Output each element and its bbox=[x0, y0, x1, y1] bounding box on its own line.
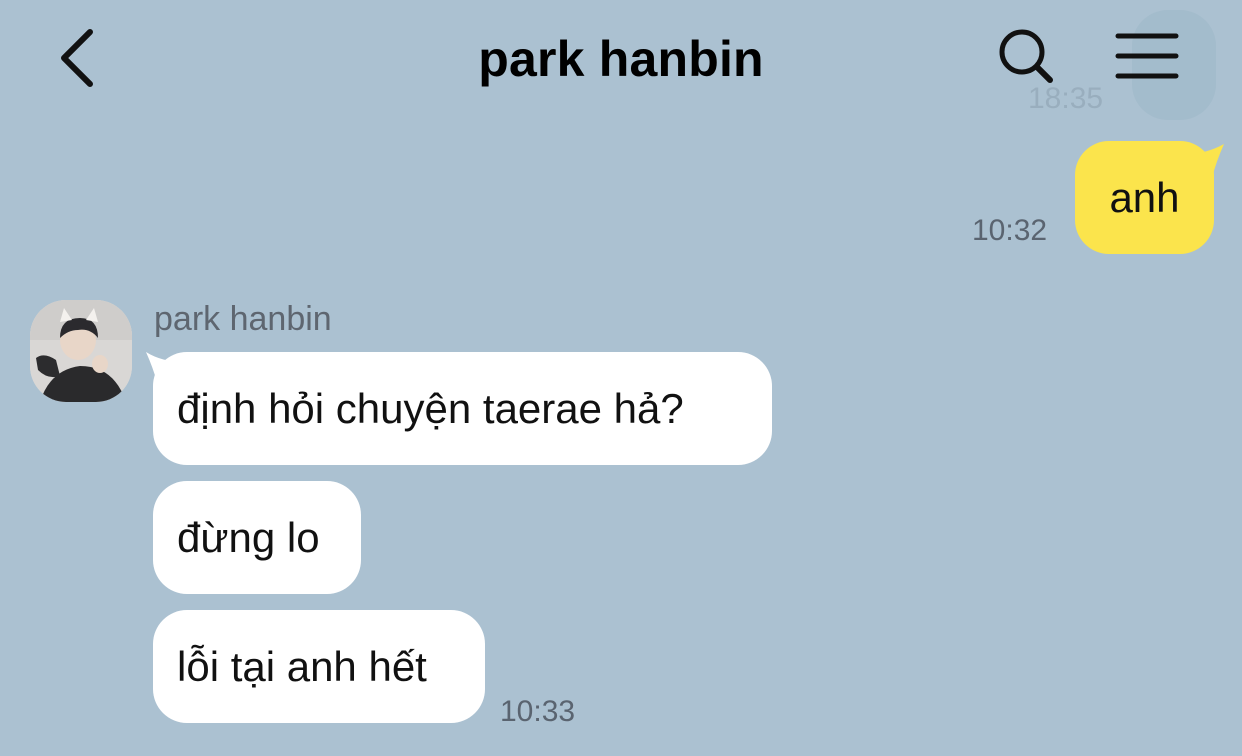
received-message-timestamp: 10:33 bbox=[500, 695, 576, 728]
message-text: định hỏi chuyện taerae hả? bbox=[177, 384, 684, 432]
sent-message-bubble[interactable]: anh bbox=[1075, 141, 1214, 254]
search-button[interactable] bbox=[990, 22, 1062, 94]
menu-button[interactable] bbox=[1108, 22, 1186, 94]
chat-screen: 18:35 park hanbin 10:32 anh park hanbin … bbox=[0, 0, 1242, 756]
avatar-photo bbox=[30, 300, 132, 402]
message-text: lỗi tại anh hết bbox=[177, 642, 427, 690]
sender-name: park hanbin bbox=[154, 300, 332, 338]
received-message-bubble[interactable]: đừng lo bbox=[153, 481, 361, 594]
sent-message-timestamp: 10:32 bbox=[972, 214, 1048, 247]
message-text: anh bbox=[1109, 173, 1180, 221]
hamburger-menu-icon bbox=[1115, 33, 1179, 79]
received-message-bubble[interactable]: định hỏi chuyện taerae hả? bbox=[153, 352, 772, 465]
message-text: đừng lo bbox=[177, 513, 320, 561]
search-icon bbox=[999, 29, 1053, 83]
avatar[interactable] bbox=[30, 300, 132, 402]
received-message-bubble[interactable]: lỗi tại anh hết bbox=[153, 610, 485, 723]
chat-header: park hanbin bbox=[0, 0, 1242, 120]
